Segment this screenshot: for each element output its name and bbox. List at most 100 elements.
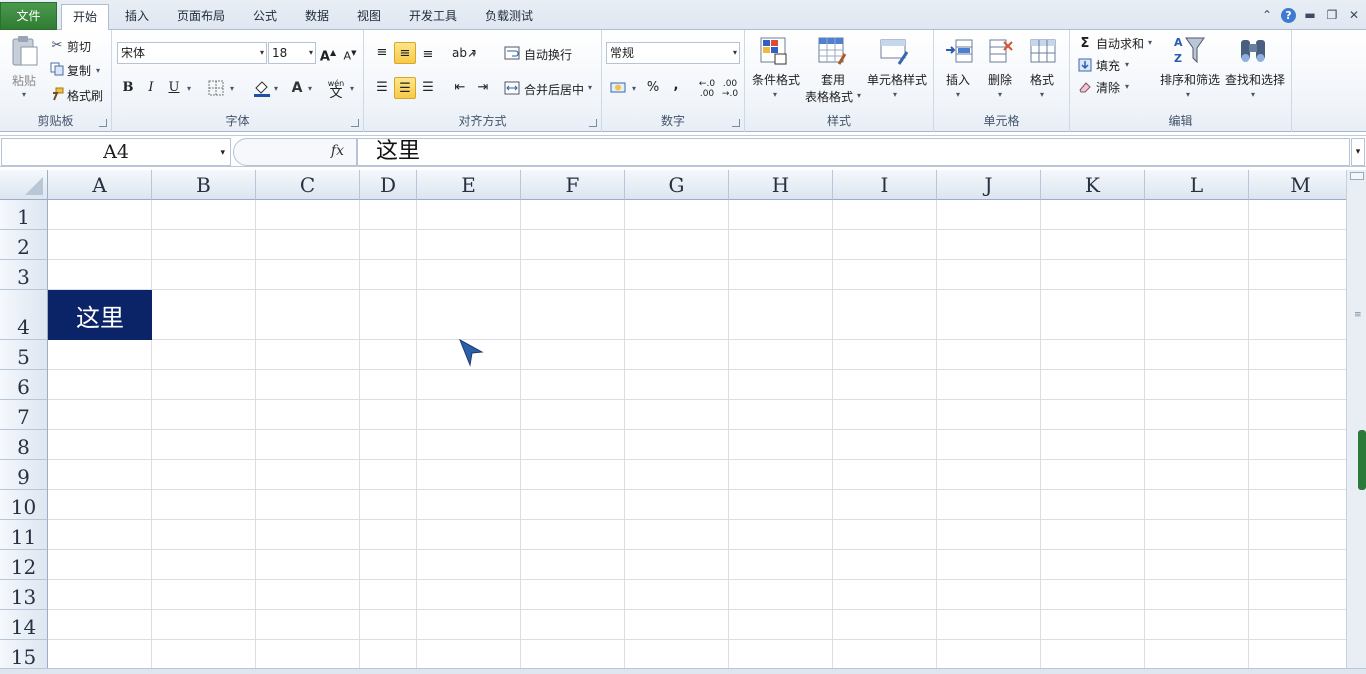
align-right-icon[interactable]: ☰ [417,77,439,99]
decrease-indent-icon[interactable]: ⇤ [449,77,471,99]
fill-dropdown-icon[interactable]: ▾ [1125,60,1129,69]
font-name-select[interactable]: 宋体 ▾ [117,42,267,64]
merge-dropdown-icon[interactable]: ▾ [588,83,592,92]
fill-color-icon[interactable] [252,78,272,98]
close-icon[interactable]: ✕ [1346,7,1362,23]
alignment-launcher-icon[interactable] [589,119,597,127]
column-header-h[interactable]: H [729,170,833,200]
row-header-11[interactable]: 11 [0,520,48,550]
cut-button[interactable]: 剪切 [67,38,91,55]
worksheet-grid[interactable]: A B C D E F G H I J K L M 1 2 3 4 5 6 7 8 9 10 11 12 13 14 15 这里 [0,170,1346,668]
align-top-icon[interactable]: ≡ [371,42,393,64]
row-header-10[interactable]: 10 [0,490,48,520]
minimize-icon[interactable]: ▬ [1302,7,1318,23]
wrap-text-button[interactable]: 自动换行 [524,46,572,63]
column-header-j[interactable]: J [937,170,1041,200]
row-header-6[interactable]: 6 [0,370,48,400]
clipboard-launcher-icon[interactable] [99,119,107,127]
font-color-icon[interactable]: A [288,78,306,98]
number-launcher-icon[interactable] [732,119,740,127]
phonetic-icon[interactable]: wén 文 [326,78,346,100]
shrink-font-icon[interactable]: A▼ [339,42,361,64]
format-table-dropdown-icon[interactable]: ▾ [857,91,861,100]
border-icon[interactable] [208,80,224,96]
row-header-7[interactable]: 7 [0,400,48,430]
sort-filter-dropdown-icon[interactable]: ▾ [1186,90,1190,99]
fill-color-dropdown-icon[interactable]: ▾ [274,84,278,93]
name-box[interactable]: A4 ▾ [1,138,231,166]
font-size-select[interactable]: 18 ▾ [268,42,316,64]
insert-dropdown-icon[interactable]: ▾ [956,90,960,99]
delete-dropdown-icon[interactable]: ▾ [998,90,1002,99]
underline-button[interactable]: U [163,77,185,99]
currency-icon[interactable] [610,80,628,96]
phonetic-dropdown-icon[interactable]: ▾ [350,84,354,93]
column-header-m[interactable]: M [1249,170,1346,200]
column-header-a[interactable]: A [48,170,152,200]
number-format-select[interactable]: 常规 ▾ [606,42,740,64]
sort-filter-button[interactable]: 排序和筛选 [1160,71,1220,88]
tab-page-layout[interactable]: 页面布局 [170,4,232,30]
column-header-g[interactable]: G [625,170,729,200]
insert-cells-button[interactable]: 插入 [946,71,970,88]
row-header-1[interactable]: 1 [0,200,48,230]
autosum-dropdown-icon[interactable]: ▾ [1148,38,1152,47]
row-header-9[interactable]: 9 [0,460,48,490]
increase-decimal-icon[interactable]: ←.0.00 [696,77,718,99]
format-cells-button[interactable]: 格式 [1030,71,1054,88]
underline-dropdown-icon[interactable]: ▾ [187,84,191,93]
decrease-decimal-icon[interactable]: .00 →.0 [719,77,741,99]
column-header-f[interactable]: F [521,170,625,200]
vertical-scrollbar[interactable]: ≡ [1346,170,1366,668]
conditional-dropdown-icon[interactable]: ▾ [773,90,777,99]
paste-dropdown-icon[interactable]: ▾ [22,90,26,99]
column-header-k[interactable]: K [1041,170,1145,200]
column-header-d[interactable]: D [360,170,417,200]
find-select-dropdown-icon[interactable]: ▾ [1251,90,1255,99]
autosum-button[interactable]: 自动求和 [1096,35,1144,52]
tab-developer[interactable]: 开发工具 [400,4,466,30]
tab-formulas[interactable]: 公式 [244,4,286,30]
orientation-icon[interactable]: ab↗ [452,42,477,64]
cell-styles-button[interactable]: 单元格样式 [867,71,927,88]
paste-button[interactable]: 粘贴 [12,72,36,89]
column-header-c[interactable]: C [256,170,360,200]
split-box[interactable] [1350,172,1364,180]
name-box-dropdown-icon[interactable]: ▾ [220,140,225,166]
percent-button[interactable]: % [642,77,664,99]
format-table-label-1[interactable]: 套用 [821,71,845,88]
grow-font-icon[interactable]: A▲ [317,42,339,64]
format-table-button[interactable]: 表格格式 [805,88,853,105]
row-header-2[interactable]: 2 [0,230,48,260]
currency-dropdown-icon[interactable]: ▾ [632,84,636,93]
row-header-3[interactable]: 3 [0,260,48,290]
format-dropdown-icon[interactable]: ▾ [1040,90,1044,99]
row-header-8[interactable]: 8 [0,430,48,460]
column-header-l[interactable]: L [1145,170,1249,200]
italic-button[interactable]: I [140,77,162,99]
increase-indent-icon[interactable]: ⇥ [472,77,494,99]
copy-button[interactable]: 复制 [67,62,91,79]
bold-button[interactable]: B [117,77,139,99]
row-header-12[interactable]: 12 [0,550,48,580]
ribbon-collapse-icon[interactable]: ⌃ [1259,7,1275,23]
font-launcher-icon[interactable] [351,119,359,127]
scroll-thumb[interactable] [1358,430,1366,490]
align-center-icon[interactable]: ☰ [394,77,416,99]
row-header-15[interactable]: 15 [0,640,48,668]
column-header-b[interactable]: B [152,170,256,200]
comma-button[interactable]: , [665,75,687,97]
align-bottom-icon[interactable]: ≡ [417,44,439,66]
restore-icon[interactable]: ❐ [1324,7,1340,23]
help-icon[interactable]: ? [1281,7,1296,23]
cell-styles-dropdown-icon[interactable]: ▾ [893,90,897,99]
sheet-tabs-and-hscroll[interactable] [0,668,1366,674]
clear-dropdown-icon[interactable]: ▾ [1125,82,1129,91]
formula-input[interactable]: 这里 [357,138,1350,166]
tab-load-test[interactable]: 负载测试 [476,4,542,30]
merge-center-button[interactable]: 合并后居中 [524,81,584,98]
tab-file[interactable]: 文件 [0,2,57,30]
tab-insert[interactable]: 插入 [114,4,160,30]
format-painter-button[interactable]: 格式刷 [67,87,103,104]
tab-view[interactable]: 视图 [348,4,390,30]
